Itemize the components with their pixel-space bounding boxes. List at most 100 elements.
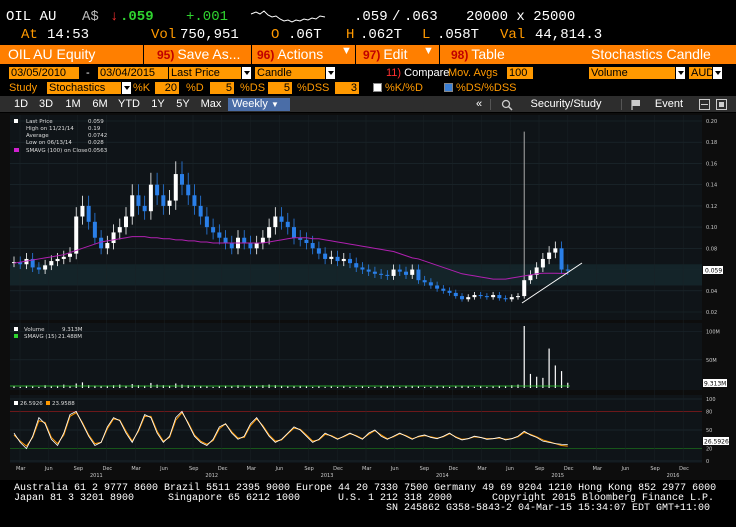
month-tick-label: Dec [449, 466, 459, 472]
edit-label: Edit [383, 46, 408, 62]
d-field[interactable]: 5 [210, 82, 234, 94]
tab-3d[interactable]: 3D [35, 98, 57, 111]
start-date-field[interactable]: 03/05/2010 [9, 67, 79, 79]
candle [68, 253, 72, 257]
month-tick-label: Mar [131, 466, 141, 472]
candle [254, 243, 259, 249]
chevron-down-icon[interactable]: ▼ [423, 45, 434, 62]
price-field-select[interactable]: Last Price [169, 67, 241, 79]
candle [453, 292, 458, 297]
price-tag-label: 0.059 [705, 268, 722, 275]
table-button[interactable]: 98) Table [451, 46, 505, 63]
month-tick-label: Sep [535, 466, 544, 472]
candle [248, 243, 253, 249]
save-as-button[interactable]: 95) Save As... [157, 46, 240, 63]
end-date-field[interactable]: 03/04/2015 [98, 67, 168, 79]
chevron-down-icon[interactable] [326, 67, 335, 79]
candle [211, 227, 216, 233]
study-select[interactable]: Stochastics [47, 82, 121, 94]
zoom-icon[interactable] [497, 98, 517, 111]
footer-session: SN 245862 G358-5843-2 04-Mar-15 15:34:07… [386, 503, 711, 514]
candle [279, 216, 284, 222]
year-tick-label: 2013 [321, 473, 334, 479]
legend-swatch [46, 401, 50, 405]
price-tick-label: 0.02 [706, 310, 717, 316]
legend-volume: Volume [24, 327, 45, 333]
ds-field[interactable]: 5 [268, 82, 292, 94]
stoch-tick-label: 100 [706, 397, 716, 403]
edit-menu[interactable]: 97) Edit [363, 46, 407, 63]
candle [540, 258, 545, 268]
net-change: +.001 [186, 9, 229, 25]
candle [198, 205, 203, 217]
chart-area[interactable]: 0.200.180.160.140.120.100.080.060.040.02… [0, 113, 736, 480]
stoch-tick-label: 0 [706, 459, 709, 465]
divider [490, 99, 491, 110]
candle [49, 261, 54, 266]
candle [435, 285, 440, 289]
chevron-left-icon[interactable]: « [472, 98, 486, 111]
dss-field[interactable]: 3 [335, 82, 359, 94]
kd-label: %K/%D [385, 82, 423, 94]
chart-title: Stochastics Candle [591, 46, 711, 62]
candle [491, 295, 496, 298]
settings-icon[interactable] [697, 98, 711, 111]
event-button[interactable]: Event [649, 98, 689, 111]
k-field[interactable]: 20 [155, 82, 179, 94]
chevron-down-icon[interactable] [122, 82, 131, 94]
stochastics-candle-chart[interactable]: 0.200.180.160.140.120.100.080.060.040.02… [0, 113, 736, 480]
actions-menu[interactable]: 96) Actions [257, 46, 323, 63]
price-tick-label: 0.10 [706, 225, 717, 231]
chevron-down-icon[interactable] [242, 67, 251, 79]
chevron-down-icon[interactable] [676, 67, 685, 79]
fullscreen-icon[interactable] [714, 98, 728, 111]
candle [478, 295, 483, 297]
period-field[interactable]: 100 [507, 67, 533, 79]
candle [80, 205, 85, 217]
period-tabs: 1D 3D 1M 6M YTD 1Y 5Y Max Weekly ▼ « Sec… [0, 96, 736, 112]
candle [447, 290, 452, 293]
footer-japan: Japan 81 3 3201 8900 [14, 493, 135, 504]
volume-tick-label: 50M [706, 358, 717, 364]
year-tick-label: 2015 [551, 473, 564, 479]
candle [503, 298, 508, 300]
dsdss-label: %DS/%DSS [456, 82, 517, 94]
month-tick-label: Sep [189, 466, 198, 472]
tab-weekly[interactable]: Weekly ▼ [228, 98, 290, 111]
security-study-button[interactable]: Security/Study [523, 98, 609, 111]
chevron-down-icon[interactable]: ▼ [341, 45, 352, 62]
month-tick-label: Dec [679, 466, 689, 472]
lower-chart-select[interactable]: Volume [589, 67, 675, 79]
kd-checkbox[interactable] [373, 83, 382, 92]
tab-6m[interactable]: 6M [88, 98, 112, 111]
divider [439, 45, 440, 64]
candle [422, 280, 427, 283]
candle [360, 267, 365, 270]
candle [547, 252, 552, 259]
candle [335, 256, 340, 262]
tab-1m[interactable]: 1M [61, 98, 85, 111]
compare-button[interactable]: 11) Compare [386, 67, 449, 79]
chevron-down-icon[interactable] [713, 67, 722, 79]
currency-select[interactable]: AUD [689, 67, 712, 79]
chart-type-select[interactable]: Candle [255, 67, 325, 79]
tab-5y[interactable]: 5Y [172, 98, 194, 111]
flag-icon[interactable] [628, 98, 644, 111]
tab-weekly-label: Weekly [232, 98, 268, 110]
mov-avgs-label: Mov. Avgs [448, 67, 498, 79]
security-name[interactable]: OIL AU Equity [8, 46, 95, 63]
candle [466, 297, 471, 300]
month-tick-label: Jun [44, 466, 53, 472]
tab-ytd[interactable]: YTD [115, 98, 143, 111]
tab-max[interactable]: Max [198, 98, 224, 111]
month-tick-label: Dec [333, 466, 343, 472]
tab-1y[interactable]: 1Y [147, 98, 169, 111]
dsdss-checkbox[interactable] [444, 83, 453, 92]
candle [484, 296, 489, 298]
date-range-row: 03/05/2010 - 03/04/2015 Last Price Candl… [0, 66, 736, 80]
tab-1d[interactable]: 1D [10, 98, 32, 111]
ask: .063 [404, 9, 438, 25]
year-tick-label: 2014 [436, 473, 449, 479]
val-label: Val [500, 27, 526, 43]
study-row: Study Stochastics %K 20 %D 5 %DS 5 %DSS … [0, 81, 736, 95]
